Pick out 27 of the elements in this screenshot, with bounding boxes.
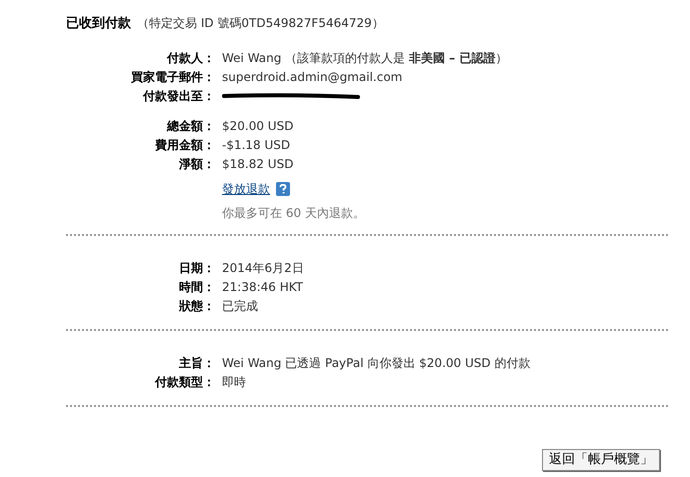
field-label: 日期： <box>179 260 215 274</box>
field-label: 狀態： <box>179 298 215 312</box>
field-label: 費用金額： <box>155 138 215 152</box>
field-value: $18.82 USD <box>222 156 294 172</box>
field-label: 總金額： <box>167 118 215 132</box>
help-icon[interactable] <box>276 182 290 196</box>
field-label: 主旨： <box>179 356 215 370</box>
field-value: $20.00 USD <box>222 118 294 134</box>
field-label: 時間： <box>179 280 215 294</box>
field-label: 付款人： <box>167 50 215 64</box>
field-label: 淨額： <box>179 156 215 170</box>
field-value: Wei Wang 已透過 PayPal 向你發出 $20.00 USD 的付款 <box>222 354 530 372</box>
field-value: superdroid.admin@gmail.com <box>222 68 402 86</box>
field-value: 2014年6月2日 <box>222 260 304 276</box>
refund-note: 你最多可在 60 天內退款。 <box>222 204 365 222</box>
refund-link[interactable]: 發放退款 <box>222 180 270 198</box>
field-label: 付款類型： <box>155 374 215 388</box>
back-button[interactable]: 返回「帳戶概覽」 <box>542 449 660 471</box>
field-label: 付款發出至： <box>143 88 215 102</box>
field-value: 已完成 <box>222 298 258 314</box>
page-title: 已收到付款 <box>66 15 131 33</box>
field-value: -$1.18 USD <box>222 136 290 154</box>
transaction-id: （特定交易 ID 號碼0TD549827F5464729） <box>137 15 384 32</box>
field-value: 21:38:46 HKT <box>222 278 303 296</box>
field-label: 買家電子郵件： <box>131 70 215 84</box>
field-value: Wei Wang （該筆款項的付款人是 非美國 – 已認證） <box>222 50 508 66</box>
field-value: 即時 <box>222 374 246 390</box>
